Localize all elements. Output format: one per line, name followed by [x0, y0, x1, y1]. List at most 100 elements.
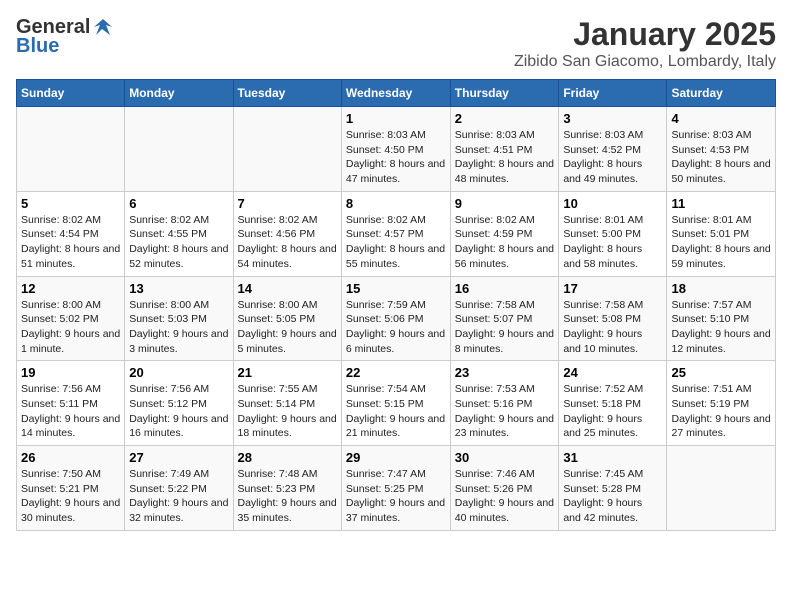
day-info: Sunrise: 8:03 AM Sunset: 4:50 PM Dayligh…	[346, 128, 446, 187]
day-info: Sunrise: 7:57 AM Sunset: 5:10 PM Dayligh…	[671, 298, 771, 357]
day-info: Sunrise: 7:47 AM Sunset: 5:25 PM Dayligh…	[346, 467, 446, 526]
day-number: 4	[671, 111, 771, 126]
calendar-cell: 4 Sunrise: 8:03 AM Sunset: 4:53 PM Daylig…	[667, 107, 776, 192]
calendar-cell: 24 Sunrise: 7:52 AM Sunset: 5:18 PM Dayli…	[559, 361, 667, 446]
day-number: 30	[455, 450, 555, 465]
logo-bird-icon	[92, 17, 114, 39]
header-monday: Monday	[125, 80, 233, 107]
day-number: 13	[129, 281, 228, 296]
logo-blue-text: Blue	[16, 35, 59, 58]
calendar-title: January 2025	[514, 16, 776, 53]
calendar-cell: 8 Sunrise: 8:02 AM Sunset: 4:57 PM Daylig…	[341, 191, 450, 276]
day-info: Sunrise: 8:00 AM Sunset: 5:03 PM Dayligh…	[129, 298, 228, 357]
calendar-cell: 25 Sunrise: 7:51 AM Sunset: 5:19 PM Dayli…	[667, 361, 776, 446]
calendar-cell: 11 Sunrise: 8:01 AM Sunset: 5:01 PM Dayli…	[667, 191, 776, 276]
day-info: Sunrise: 8:02 AM Sunset: 4:55 PM Dayligh…	[129, 213, 228, 272]
day-number: 21	[238, 365, 337, 380]
calendar-cell: 6 Sunrise: 8:02 AM Sunset: 4:55 PM Daylig…	[125, 191, 233, 276]
day-number: 6	[129, 196, 228, 211]
calendar-cell	[667, 446, 776, 531]
calendar-cell: 22 Sunrise: 7:54 AM Sunset: 5:15 PM Dayli…	[341, 361, 450, 446]
day-info: Sunrise: 8:02 AM Sunset: 4:59 PM Dayligh…	[455, 213, 555, 272]
calendar-cell: 15 Sunrise: 7:59 AM Sunset: 5:06 PM Dayli…	[341, 276, 450, 361]
calendar-cell: 7Sunrise: 8:02 AM Sunset: 4:56 PM Daylig…	[233, 191, 341, 276]
day-info: Sunrise: 7:54 AM Sunset: 5:15 PM Dayligh…	[346, 382, 446, 441]
day-number: 5	[21, 196, 120, 211]
day-number: 25	[671, 365, 771, 380]
day-number: 17	[563, 281, 662, 296]
day-number: 22	[346, 365, 446, 380]
day-number: 28	[238, 450, 337, 465]
calendar-cell	[17, 107, 125, 192]
week-row-2: 5 Sunrise: 8:02 AM Sunset: 4:54 PM Daylig…	[17, 191, 776, 276]
day-info: Sunrise: 7:49 AM Sunset: 5:22 PM Dayligh…	[129, 467, 228, 526]
day-number: 12	[21, 281, 120, 296]
day-number: 26	[21, 450, 120, 465]
calendar-cell: 13 Sunrise: 8:00 AM Sunset: 5:03 PM Dayli…	[125, 276, 233, 361]
day-info: Sunrise: 8:03 AM Sunset: 4:51 PM Dayligh…	[455, 128, 555, 187]
calendar-cell: 30 Sunrise: 7:46 AM Sunset: 5:26 PM Dayli…	[450, 446, 559, 531]
calendar-cell: 10 Sunrise: 8:01 AM Sunset: 5:00 PM Dayli…	[559, 191, 667, 276]
day-info: Sunrise: 8:02 AM Sunset: 4:57 PM Dayligh…	[346, 213, 446, 272]
day-info: Sunrise: 7:55 AM Sunset: 5:14 PM Dayligh…	[238, 382, 337, 441]
day-info: Sunrise: 8:00 AM Sunset: 5:05 PM Dayligh…	[238, 298, 337, 357]
header-thursday: Thursday	[450, 80, 559, 107]
day-info: Sunrise: 7:48 AM Sunset: 5:23 PM Dayligh…	[238, 467, 337, 526]
calendar-cell: 31Sunrise: 7:45 AM Sunset: 5:28 PM Dayli…	[559, 446, 667, 531]
day-info: Sunrise: 8:03 AM Sunset: 4:53 PM Dayligh…	[671, 128, 771, 187]
logo: General Blue	[16, 16, 114, 58]
day-number: 10	[563, 196, 662, 211]
calendar-cell: 19 Sunrise: 7:56 AM Sunset: 5:11 PM Dayli…	[17, 361, 125, 446]
calendar-cell: 2Sunrise: 8:03 AM Sunset: 4:51 PM Daylig…	[450, 107, 559, 192]
header-saturday: Saturday	[667, 80, 776, 107]
calendar-cell: 18 Sunrise: 7:57 AM Sunset: 5:10 PM Dayli…	[667, 276, 776, 361]
week-row-5: 26Sunrise: 7:50 AM Sunset: 5:21 PM Dayli…	[17, 446, 776, 531]
day-info: Sunrise: 8:01 AM Sunset: 5:01 PM Dayligh…	[671, 213, 771, 272]
header-friday: Friday	[559, 80, 667, 107]
calendar-cell	[233, 107, 341, 192]
week-row-4: 19 Sunrise: 7:56 AM Sunset: 5:11 PM Dayli…	[17, 361, 776, 446]
day-number: 31	[563, 450, 662, 465]
day-number: 23	[455, 365, 555, 380]
day-info: Sunrise: 7:58 AM Sunset: 5:07 PM Dayligh…	[455, 298, 555, 357]
calendar-cell: 17 Sunrise: 7:58 AM Sunset: 5:08 PM Dayli…	[559, 276, 667, 361]
calendar-cell: 23 Sunrise: 7:53 AM Sunset: 5:16 PM Dayli…	[450, 361, 559, 446]
header-tuesday: Tuesday	[233, 80, 341, 107]
calendar-cell: 29 Sunrise: 7:47 AM Sunset: 5:25 PM Dayli…	[341, 446, 450, 531]
calendar-cell: 12 Sunrise: 8:00 AM Sunset: 5:02 PM Dayli…	[17, 276, 125, 361]
day-number: 1	[346, 111, 446, 126]
day-number: 29	[346, 450, 446, 465]
day-number: 20	[129, 365, 228, 380]
day-info: Sunrise: 8:02 AM Sunset: 4:54 PM Dayligh…	[21, 213, 120, 272]
calendar-cell: 16Sunrise: 7:58 AM Sunset: 5:07 PM Dayli…	[450, 276, 559, 361]
day-info: Sunrise: 7:59 AM Sunset: 5:06 PM Dayligh…	[346, 298, 446, 357]
day-number: 18	[671, 281, 771, 296]
day-info: Sunrise: 7:56 AM Sunset: 5:11 PM Dayligh…	[21, 382, 120, 441]
calendar-subtitle: Zibido San Giacomo, Lombardy, Italy	[514, 53, 776, 71]
calendar-cell: 26Sunrise: 7:50 AM Sunset: 5:21 PM Dayli…	[17, 446, 125, 531]
header-wednesday: Wednesday	[341, 80, 450, 107]
day-number: 11	[671, 196, 771, 211]
day-info: Sunrise: 7:58 AM Sunset: 5:08 PM Dayligh…	[563, 298, 662, 357]
calendar-cell: 14 Sunrise: 8:00 AM Sunset: 5:05 PM Dayli…	[233, 276, 341, 361]
day-info: Sunrise: 8:00 AM Sunset: 5:02 PM Dayligh…	[21, 298, 120, 357]
day-number: 9	[455, 196, 555, 211]
day-info: Sunrise: 8:03 AM Sunset: 4:52 PM Dayligh…	[563, 128, 662, 187]
day-info: Sunrise: 8:01 AM Sunset: 5:00 PM Dayligh…	[563, 213, 662, 272]
day-info: Sunrise: 7:52 AM Sunset: 5:18 PM Dayligh…	[563, 382, 662, 441]
day-info: Sunrise: 7:51 AM Sunset: 5:19 PM Dayligh…	[671, 382, 771, 441]
calendar-cell: 21 Sunrise: 7:55 AM Sunset: 5:14 PM Dayli…	[233, 361, 341, 446]
day-number: 19	[21, 365, 120, 380]
day-number: 14	[238, 281, 337, 296]
calendar-cell: 3Sunrise: 8:03 AM Sunset: 4:52 PM Daylig…	[559, 107, 667, 192]
calendar-cell: 28 Sunrise: 7:48 AM Sunset: 5:23 PM Dayli…	[233, 446, 341, 531]
day-info: Sunrise: 7:53 AM Sunset: 5:16 PM Dayligh…	[455, 382, 555, 441]
day-number: 8	[346, 196, 446, 211]
day-number: 24	[563, 365, 662, 380]
week-row-3: 12 Sunrise: 8:00 AM Sunset: 5:02 PM Dayli…	[17, 276, 776, 361]
day-number: 7	[238, 196, 337, 211]
calendar-header-row: SundayMondayTuesdayWednesdayThursdayFrid…	[17, 80, 776, 107]
calendar-title-area: January 2025 Zibido San Giacomo, Lombard…	[514, 16, 776, 71]
day-number: 15	[346, 281, 446, 296]
day-info: Sunrise: 7:46 AM Sunset: 5:26 PM Dayligh…	[455, 467, 555, 526]
